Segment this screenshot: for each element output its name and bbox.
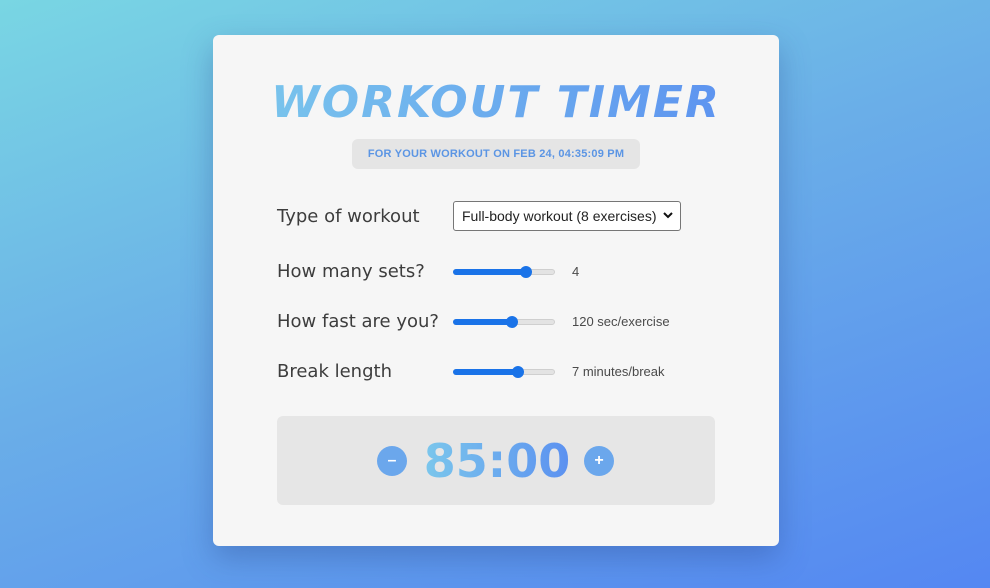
timer-display: 85:00 [417,432,577,490]
break-slider[interactable] [453,364,555,380]
slider-thumb[interactable] [512,365,525,378]
sets-slider[interactable] [453,264,555,280]
break-value: 7 minutes/break [572,364,665,379]
sets-label: How many sets? [277,261,425,282]
sets-value: 4 [572,264,580,279]
slider-fill [453,318,513,325]
chevron-down-icon [663,212,673,219]
timer-card: WORKOUT TIMER FOR YOUR WORKOUT ON FEB 24… [213,35,779,546]
workout-date-badge: FOR YOUR WORKOUT ON FEB 24, 04:35:09 PM [352,139,640,169]
workout-date-text: FOR YOUR WORKOUT ON FEB 24, 04:35:09 PM [367,148,625,160]
workout-type-select[interactable]: Full-body workout (8 exercises) [453,201,681,231]
timer-panel: – 85:00 + [277,416,715,505]
break-row: Break length 7 minutes/break [277,361,717,382]
speed-slider[interactable] [453,314,555,330]
plus-icon: + [594,452,604,469]
workout-type-label: Type of workout [277,205,420,227]
workout-type-row: Type of workout Full-body workout (8 exe… [277,201,717,231]
break-label: Break length [277,361,392,382]
sets-row: How many sets? 4 [277,261,717,282]
speed-value: 120 sec/exercise [572,314,670,329]
slider-thumb[interactable] [506,315,519,328]
workout-type-selected: Full-body workout (8 exercises) [462,208,657,224]
speed-label: How fast are you? [277,311,439,332]
decrease-time-button[interactable]: – [377,446,407,476]
page-title: WORKOUT TIMER [213,77,779,129]
slider-fill [453,268,527,275]
speed-row: How fast are you? 120 sec/exercise [277,311,717,332]
slider-thumb[interactable] [520,265,533,278]
increase-time-button[interactable]: + [584,446,614,476]
minus-icon: – [387,452,397,469]
slider-fill [453,368,519,375]
